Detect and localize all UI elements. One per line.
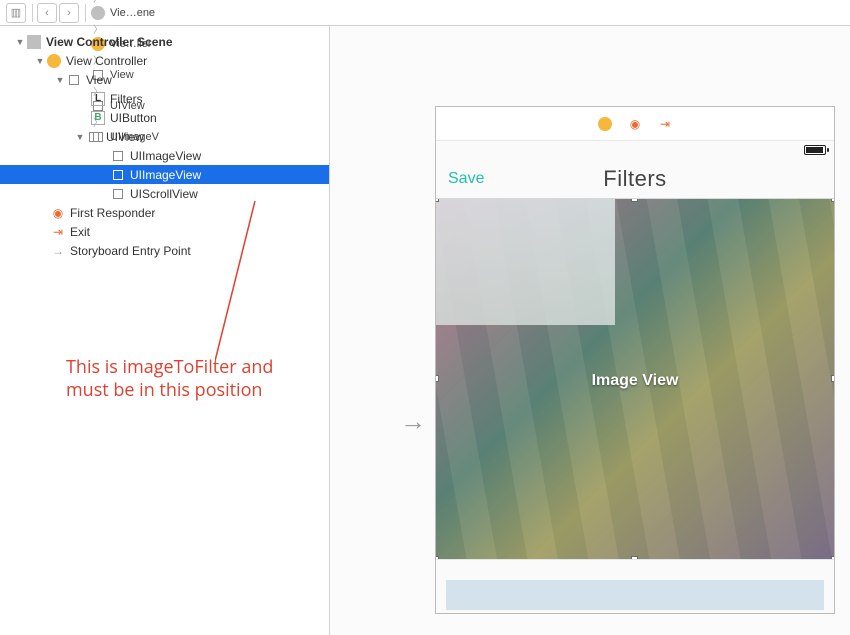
view-icon	[110, 167, 126, 183]
navigation-bar[interactable]: Save Filters	[436, 159, 834, 199]
breadcrumb-label: Vie…ene	[110, 7, 155, 19]
selection-border	[436, 199, 834, 559]
resize-handle[interactable]	[831, 556, 834, 559]
label-icon: L	[90, 91, 106, 107]
disclosure-triangle-icon[interactable]: ▼	[74, 132, 86, 142]
outline-row[interactable]: UIImageView	[0, 165, 329, 184]
outline-row[interactable]: ▼ View Controller Scene	[0, 32, 329, 51]
view-icon	[66, 72, 82, 88]
outline-label: UIImageView	[130, 149, 201, 163]
resize-handle[interactable]	[631, 556, 638, 559]
view-controller-frame[interactable]: ◉ ⇥ Save Filters Image View	[435, 106, 835, 614]
resize-handle[interactable]	[436, 199, 439, 202]
interface-builder-canvas[interactable]: → ◉ ⇥ Save Filters Image View	[330, 26, 850, 635]
nav-title: Filters	[436, 166, 834, 192]
status-bar	[436, 141, 834, 159]
entry-point-icon: →	[50, 243, 66, 259]
scene-icon	[26, 34, 42, 50]
view-controller-icon	[46, 53, 62, 69]
outline-label: Exit	[70, 225, 90, 239]
outline-label: View	[86, 73, 112, 87]
annotation-text: This is imageToFilter and must be in thi…	[66, 356, 316, 403]
outline-label: View Controller Scene	[46, 35, 173, 49]
outline-label: First Responder	[70, 206, 155, 220]
breadcrumb-item[interactable]: Vie…ene	[90, 5, 159, 21]
uiscrollview-area[interactable]	[436, 559, 834, 613]
resize-handle[interactable]	[831, 199, 834, 202]
outline-label: UIImageView	[130, 168, 201, 182]
document-outline: ▼View Controller Scene▼View Controller▼V…	[0, 26, 330, 635]
button-icon: B	[90, 110, 106, 126]
outline-row[interactable]: ▼ UIView	[0, 127, 329, 146]
outline-row[interactable]: UIImageView	[0, 146, 329, 165]
storyboard-entry-arrow-icon: →	[400, 406, 426, 437]
outline-label: UIButton	[110, 111, 157, 125]
back-button[interactable]: ‹	[37, 3, 57, 23]
resize-handle[interactable]	[436, 556, 439, 559]
outline-row[interactable]: ▼ View Controller	[0, 51, 329, 70]
separator	[85, 4, 86, 22]
forward-button[interactable]: ›	[59, 3, 79, 23]
outline-row[interactable]: ▼ View	[0, 70, 329, 89]
outline-row[interactable]: ◉ First Responder	[0, 203, 329, 222]
outline-row[interactable]: UIScrollView	[0, 184, 329, 203]
outline-row[interactable]: → Storyboard Entry Point	[0, 241, 329, 260]
outline-label: View Controller	[66, 54, 147, 68]
view-icon	[110, 186, 126, 202]
first-responder-icon: ◉	[50, 205, 66, 221]
exit-icon: ⇥	[50, 224, 66, 240]
battery-icon	[804, 145, 826, 155]
outline-row[interactable]: L Filters	[0, 89, 329, 108]
vc-icon[interactable]	[597, 116, 613, 132]
scene-icon	[90, 5, 106, 21]
view-icon	[110, 148, 126, 164]
chevron-right-icon: 〉	[93, 0, 103, 5]
scene-toolbar: ◉ ⇥	[436, 107, 834, 141]
view-icon	[86, 129, 102, 145]
disclosure-triangle-icon[interactable]: ▼	[14, 37, 26, 47]
resize-handle[interactable]	[436, 375, 439, 382]
disclosure-triangle-icon[interactable]: ▼	[54, 75, 66, 85]
outline-row[interactable]: ⇥ Exit	[0, 222, 329, 241]
related-items-button[interactable]: ▥	[6, 3, 26, 23]
jump-bar: ▥ ‹ › Filters〉Filters〉Mai…ard〉Mai…se)〉Vi…	[0, 0, 850, 26]
resize-handle[interactable]	[631, 199, 638, 202]
disclosure-triangle-icon[interactable]: ▼	[34, 56, 46, 66]
outline-label: Storyboard Entry Point	[70, 244, 191, 258]
first-responder-icon[interactable]: ◉	[627, 116, 643, 132]
outline-row[interactable]: B UIButton	[0, 108, 329, 127]
separator	[32, 4, 33, 22]
scroll-content-placeholder	[446, 580, 824, 610]
outline-label: Filters	[110, 92, 143, 106]
uiimageview-selected[interactable]: Image View	[436, 199, 834, 559]
outline-label: UIScrollView	[130, 187, 198, 201]
exit-icon[interactable]: ⇥	[657, 116, 673, 132]
resize-handle[interactable]	[831, 375, 834, 382]
outline-label: UIView	[106, 130, 144, 144]
